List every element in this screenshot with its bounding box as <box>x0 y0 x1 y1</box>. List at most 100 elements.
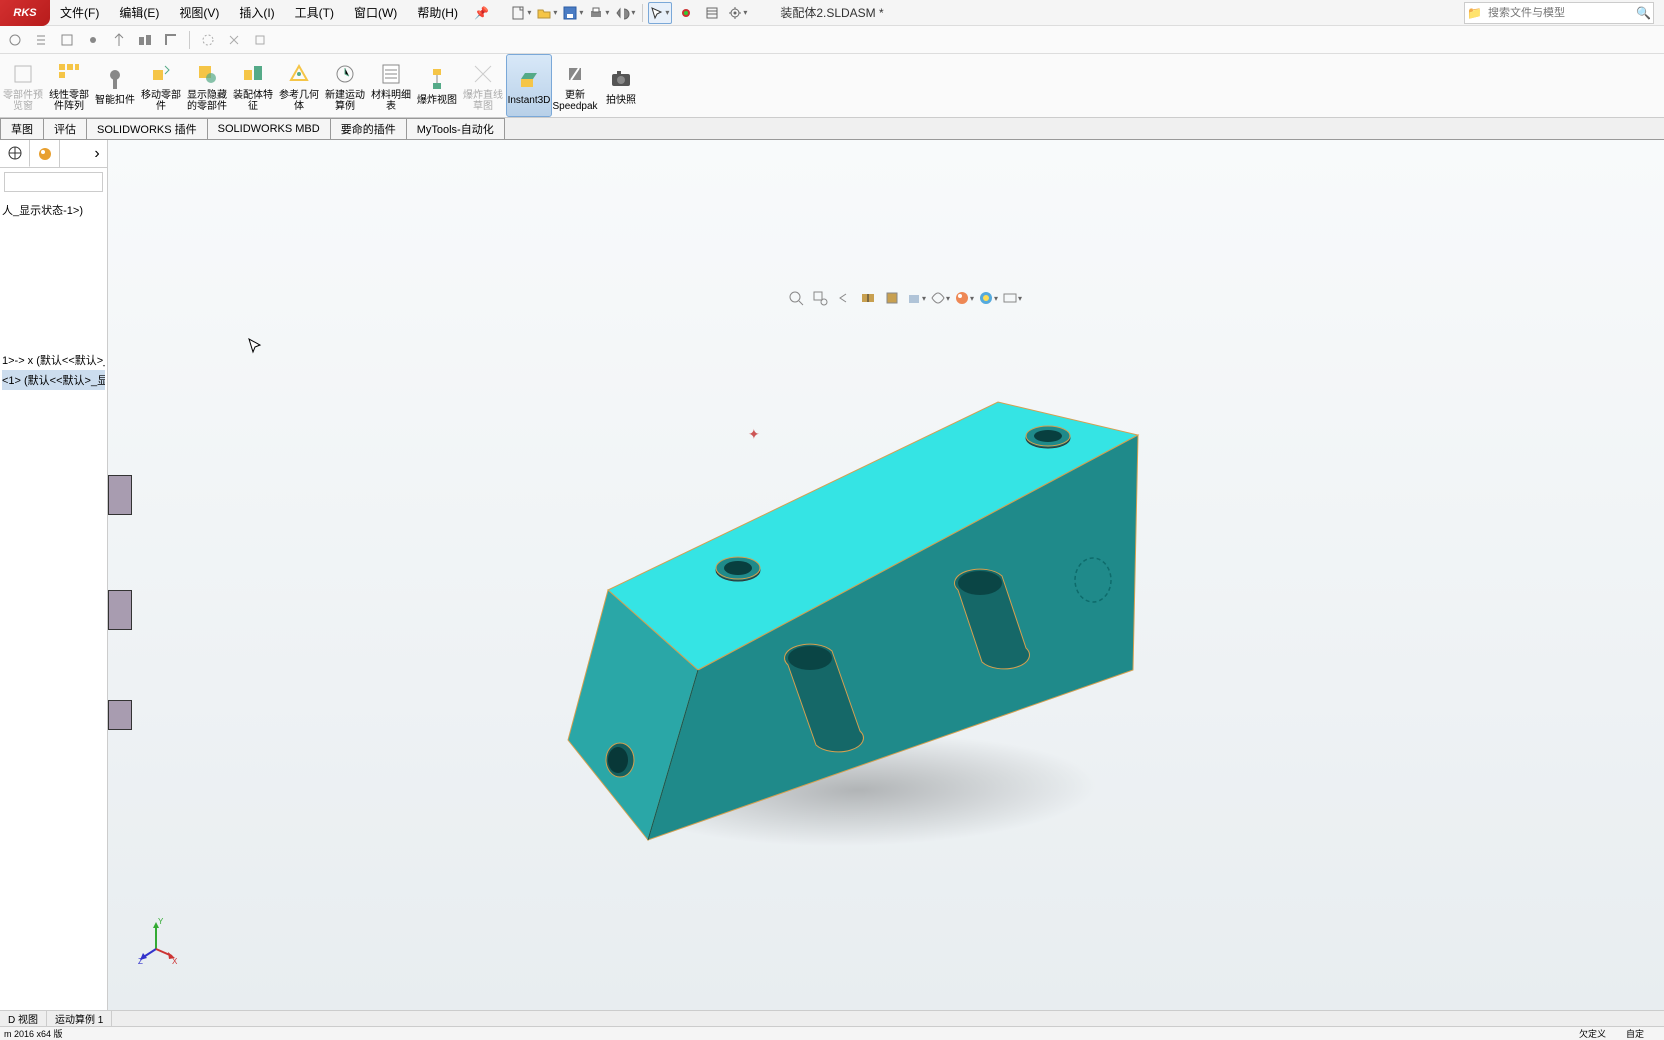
tab-motion-study[interactable]: 运动算例 1 <box>47 1011 112 1026</box>
3d-model[interactable] <box>468 270 1168 870</box>
search-input[interactable] <box>1484 7 1634 19</box>
tree-item-1[interactable]: 1>-> x (默认<<默认>_ <box>2 350 105 370</box>
tb2-btn-1[interactable] <box>4 29 26 51</box>
apply-scene-icon[interactable]: ▾ <box>978 288 998 308</box>
menu-edit[interactable]: 编辑(E) <box>109 0 169 26</box>
tb2-btn-7[interactable] <box>160 29 182 51</box>
move-component-button[interactable]: 移动零部件 <box>138 54 184 117</box>
bom-label: 材料明细表 <box>370 90 412 112</box>
new-motion-label: 新建运动算例 <box>324 90 366 112</box>
tab-sketch[interactable]: 草图 <box>0 118 44 139</box>
assembly-features-label: 装配体特征 <box>232 90 274 112</box>
view-orientation-icon[interactable] <box>882 288 902 308</box>
smart-fasteners-label: 智能扣件 <box>95 95 135 106</box>
status-underdefined: 欠定义 <box>1579 1027 1606 1040</box>
reference-geometry-label: 参考几何体 <box>278 90 320 112</box>
print-button[interactable]: ▾ <box>587 2 611 24</box>
axis-triad-icon[interactable]: Y Z X <box>138 914 178 964</box>
rebuild-button[interactable] <box>674 2 698 24</box>
save-button[interactable]: ▾ <box>561 2 585 24</box>
update-speedpak-button[interactable]: 更新Speedpak <box>552 54 598 117</box>
show-hidden-button[interactable]: 显示隐藏的零部件 <box>184 54 230 117</box>
explode-sketch-button[interactable]: 爆炸直线草图 <box>460 54 506 117</box>
tab-3d-view[interactable]: D 视图 <box>0 1011 47 1026</box>
menu-file[interactable]: 文件(F) <box>50 0 109 26</box>
tab-evaluate[interactable]: 评估 <box>43 118 87 139</box>
tree-item-2[interactable]: <1> (默认<<默认>_显示 <box>2 370 105 390</box>
edit-component-button[interactable]: 零部件预览窗 <box>0 54 46 117</box>
background-part-3 <box>108 700 132 730</box>
linear-pattern-label: 线性零部件阵列 <box>48 90 90 112</box>
bom-button[interactable]: 材料明细表 <box>368 54 414 117</box>
tree-filter-input[interactable] <box>4 172 103 192</box>
svg-text:Y: Y <box>158 917 164 926</box>
explode-sketch-label: 爆炸直线草图 <box>462 90 504 112</box>
tb2-btn-2[interactable] <box>30 29 52 51</box>
select-tool-button[interactable]: ▾ <box>648 2 672 24</box>
menu-bar: RKS 文件(F) 编辑(E) 视图(V) 插入(I) 工具(T) 窗口(W) … <box>0 0 1664 26</box>
feature-tree-panel: › 人_显示状态-1>) 1>-> x (默认<<默认>_ <1> (默认<<默… <box>0 140 108 1014</box>
reference-geometry-button[interactable]: 参考几何体 <box>276 54 322 117</box>
assembly-features-button[interactable]: 装配体特征 <box>230 54 276 117</box>
tree-display-state[interactable]: 人_显示状态-1>) <box>2 200 105 220</box>
config-tab[interactable] <box>30 140 60 167</box>
menu-tools[interactable]: 工具(T) <box>285 0 344 26</box>
tab-required-addins[interactable]: 要命的插件 <box>330 118 407 139</box>
update-speedpak-label: 更新Speedpak <box>552 90 597 112</box>
show-hidden-label: 显示隐藏的零部件 <box>186 90 228 112</box>
previous-view-icon[interactable] <box>834 288 854 308</box>
move-component-label: 移动零部件 <box>140 90 182 112</box>
tb2-btn-8[interactable] <box>197 29 219 51</box>
graphics-viewport[interactable]: ▾ ▾ ▾ ▾ ▾ ✦ <box>108 140 1664 1014</box>
view-settings-icon[interactable]: ▾ <box>1002 288 1022 308</box>
tab-sw-mbd[interactable]: SOLIDWORKS MBD <box>207 118 331 139</box>
panel-expand-button[interactable]: › <box>87 140 107 167</box>
background-part-1 <box>108 475 132 515</box>
smart-fasteners-button[interactable]: 智能扣件 <box>92 54 138 117</box>
secondary-toolbar <box>0 26 1664 54</box>
tb2-btn-3[interactable] <box>56 29 78 51</box>
section-view-icon[interactable] <box>858 288 878 308</box>
hide-show-icon[interactable]: ▾ <box>930 288 950 308</box>
edit-component-label: 零部件预览窗 <box>2 90 44 112</box>
menu-window[interactable]: 窗口(W) <box>344 0 407 26</box>
search-box[interactable]: 📁 🔍 <box>1464 2 1654 24</box>
new-motion-button[interactable]: 新建运动算例 <box>322 54 368 117</box>
display-style-icon[interactable]: ▾ <box>906 288 926 308</box>
options-button[interactable] <box>700 2 724 24</box>
menu-help[interactable]: 帮助(H) <box>407 0 468 26</box>
new-file-button[interactable]: ▾ <box>509 2 533 24</box>
linear-pattern-button[interactable]: 线性零部件阵列 <box>46 54 92 117</box>
edit-appearance-icon[interactable]: ▾ <box>954 288 974 308</box>
instant3d-button[interactable]: Instant3D <box>506 54 552 117</box>
document-title: 装配体2.SLDASM * <box>780 4 883 21</box>
menu-view[interactable]: 视图(V) <box>169 0 229 26</box>
zoom-area-icon[interactable] <box>810 288 830 308</box>
search-icon[interactable]: 🔍 <box>1634 6 1653 20</box>
tb2-btn-10[interactable] <box>249 29 271 51</box>
tb2-btn-5[interactable] <box>108 29 130 51</box>
ribbon-tabs: 草图 评估 SOLIDWORKS 插件 SOLIDWORKS MBD 要命的插件… <box>0 118 1664 140</box>
feature-tree-tab[interactable] <box>0 140 30 167</box>
tb2-btn-4[interactable] <box>82 29 104 51</box>
pin-icon[interactable]: 📌 <box>474 6 489 20</box>
svg-text:X: X <box>172 957 178 964</box>
command-ribbon: 零部件预览窗 线性零部件阵列 智能扣件 移动零部件 显示隐藏的零部件 装配体特征… <box>0 54 1664 118</box>
folder-icon: 📁 <box>1465 6 1484 20</box>
tab-sw-addins[interactable]: SOLIDWORKS 插件 <box>86 118 208 139</box>
take-snapshot-button[interactable]: 拍快照 <box>598 54 644 117</box>
app-logo-fragment: RKS <box>0 0 50 26</box>
tb2-btn-6[interactable] <box>134 29 156 51</box>
status-custom: 自定 <box>1626 1027 1644 1040</box>
svg-text:Z: Z <box>138 957 143 964</box>
undo-button[interactable]: ▾ <box>613 2 637 24</box>
menu-insert[interactable]: 插入(I) <box>229 0 284 26</box>
zoom-fit-icon[interactable] <box>786 288 806 308</box>
settings-button[interactable]: ▾ <box>726 2 750 24</box>
exploded-view-button[interactable]: 爆炸视图 <box>414 54 460 117</box>
tab-mytools[interactable]: MyTools-自动化 <box>406 118 505 139</box>
exploded-view-label: 爆炸视图 <box>417 95 457 106</box>
open-file-button[interactable]: ▾ <box>535 2 559 24</box>
tb2-btn-9[interactable] <box>223 29 245 51</box>
bottom-tab-bar: D 视图 运动算例 1 <box>0 1010 1664 1026</box>
